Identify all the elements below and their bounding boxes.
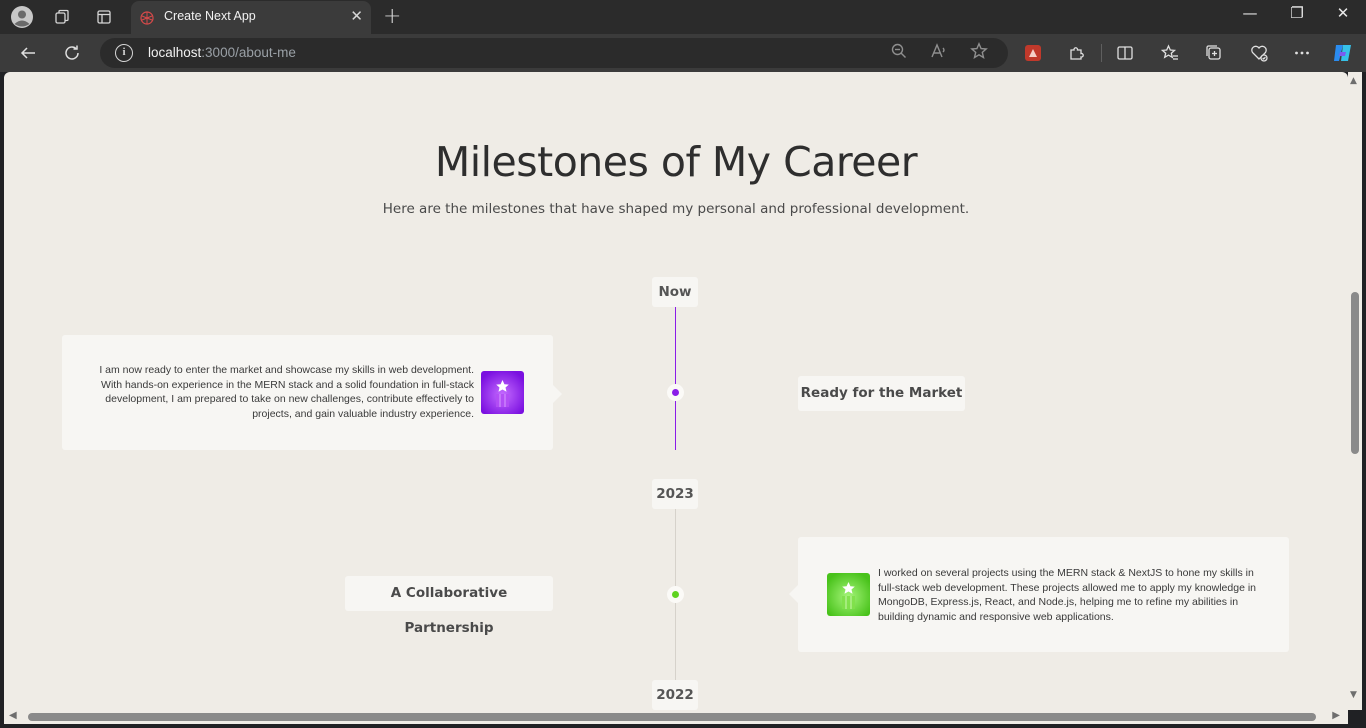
vertical-scrollbar[interactable]: ▲ ▼ — [1348, 72, 1362, 710]
milestone-title: A Collaborative Partnership — [345, 576, 553, 636]
copilot-icon[interactable] — [1331, 41, 1355, 65]
toolbar-divider — [1101, 44, 1102, 62]
milestone-description-card: I am now ready to enter the market and s… — [62, 335, 562, 450]
scroll-right-icon[interactable]: ▶ — [1332, 710, 1340, 721]
milestone-description-card: I worked on several projects using the M… — [789, 537, 1289, 652]
active-tab[interactable]: Create Next App ✕ — [131, 1, 371, 34]
timeline-dot — [667, 384, 684, 401]
refresh-icon[interactable] — [60, 41, 84, 65]
milestone-description: I worked on several projects using the M… — [878, 567, 1256, 623]
milestone-description: I am now ready to enter the market and s… — [99, 364, 474, 420]
url-text[interactable]: localhost:3000/about-me — [148, 45, 296, 60]
restore-icon[interactable]: ❐ — [1277, 4, 1317, 22]
close-window-icon[interactable]: ✕ — [1323, 4, 1363, 22]
tab-close-icon[interactable]: ✕ — [350, 7, 363, 25]
read-aloud-icon[interactable] — [930, 42, 948, 64]
browser-title-bar: Create Next App ✕ + — ❐ ✕ — [0, 0, 1366, 34]
star-badge-icon — [827, 573, 870, 616]
minimize-icon[interactable]: — — [1230, 4, 1270, 22]
new-tab-icon[interactable]: + — [383, 4, 401, 29]
next-app-favicon-icon — [139, 10, 155, 26]
favorite-star-icon[interactable] — [970, 42, 988, 64]
timeline-marker-now: Now — [652, 277, 698, 307]
scroll-down-icon[interactable]: ▼ — [1350, 690, 1357, 700]
milestone-title: Ready for the Market — [798, 376, 965, 411]
browser-essentials-icon[interactable] — [1247, 41, 1271, 65]
collections-icon[interactable] — [1202, 41, 1226, 65]
scroll-left-icon[interactable]: ◀ — [9, 710, 17, 721]
split-screen-icon[interactable] — [1113, 41, 1137, 65]
card-pointer — [553, 385, 562, 403]
star-badge-icon — [481, 371, 524, 414]
site-info-icon[interactable]: i — [115, 44, 133, 62]
page-title: Milestones of My Career — [434, 138, 918, 186]
address-bar[interactable]: i localhost:3000/about-me — [100, 38, 1008, 68]
extensions-puzzle-icon[interactable] — [1065, 41, 1089, 65]
back-icon[interactable] — [16, 41, 40, 65]
extension-red-icon[interactable] — [1021, 41, 1045, 65]
tab-title: Create Next App — [164, 9, 256, 23]
vertical-scroll-thumb[interactable] — [1351, 292, 1359, 454]
browser-toolbar: i localhost:3000/about-me — [0, 34, 1366, 72]
card-pointer — [789, 585, 798, 603]
more-options-icon[interactable] — [1290, 41, 1314, 65]
page-subtitle: Here are the milestones that have shaped… — [382, 201, 970, 217]
tab-actions-icon[interactable] — [92, 5, 116, 29]
page-viewport: Milestones of My Career Here are the mil… — [4, 72, 1348, 710]
timeline-dot — [667, 586, 684, 603]
workspaces-icon[interactable] — [50, 5, 74, 29]
horizontal-scrollbar[interactable]: ◀ ▶ — [4, 710, 1348, 724]
horizontal-scroll-thumb[interactable] — [28, 713, 1316, 721]
timeline-marker-2022: 2022 — [652, 680, 698, 710]
window-bottom-edge — [0, 724, 1366, 728]
scroll-up-icon[interactable]: ▲ — [1350, 76, 1357, 86]
zoom-out-icon[interactable] — [890, 42, 908, 64]
favorites-icon[interactable] — [1158, 41, 1182, 65]
timeline-marker-2023: 2023 — [652, 479, 698, 509]
timeline-line-active — [675, 306, 676, 450]
profile-avatar-icon[interactable] — [10, 5, 34, 29]
